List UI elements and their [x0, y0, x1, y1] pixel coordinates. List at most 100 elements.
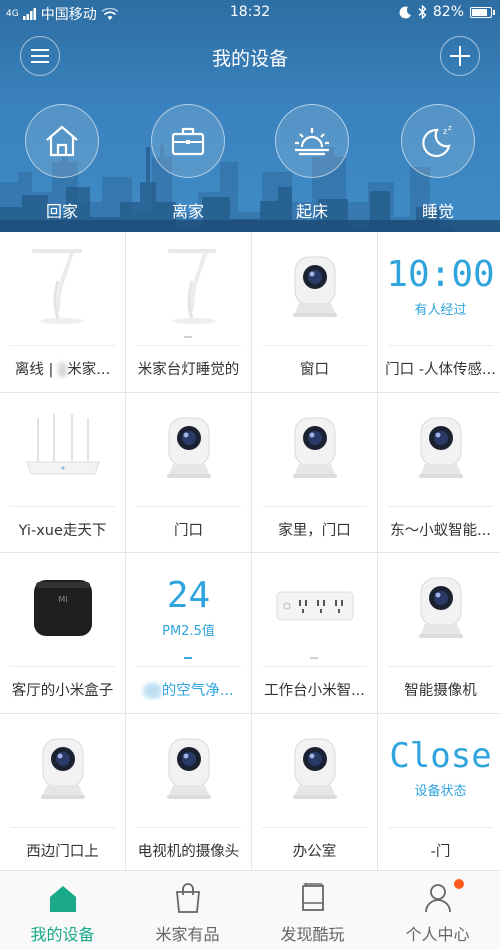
device-card[interactable]: 西边门口上 [0, 713, 125, 873]
status-value: 24 [166, 574, 211, 616]
status-value: 10:00 [386, 253, 495, 295]
device-name: 门口 [174, 522, 203, 539]
device-name: 西边门口上 [26, 843, 99, 860]
device-card[interactable]: 窗口 [252, 232, 377, 392]
device-card[interactable]: MI 客厅的小米盒子 [0, 553, 125, 713]
bluetooth-icon [418, 5, 427, 19]
divider [262, 826, 367, 828]
tab-discover[interactable]: 发现酷玩 [250, 871, 375, 950]
camera-image [292, 256, 337, 317]
device-card[interactable]: 家里，门口 [252, 392, 377, 552]
desk-lamp-image [31, 249, 84, 324]
sunrise-icon [295, 128, 329, 156]
add-device-button[interactable] [440, 36, 480, 76]
camera-image [418, 417, 463, 478]
router-image [25, 413, 100, 474]
tab-label: 发现酷玩 [280, 925, 345, 944]
divider [136, 345, 241, 346]
camera-image [40, 738, 85, 799]
device-card[interactable]: Close 设备状态 -门 [378, 713, 500, 873]
camera-image [418, 577, 463, 638]
device-card[interactable]: 智能摄像机 [378, 553, 500, 713]
tab-mijia-store[interactable]: 米家有品 [125, 871, 250, 950]
device-name: -门 [430, 843, 451, 860]
status-label: PM2.5值 [162, 623, 215, 639]
device-card[interactable]: 工作台小米智... [252, 553, 377, 713]
tab-label: 个人中心 [405, 925, 470, 944]
moon-icon [399, 5, 411, 18]
svg-text:z: z [443, 127, 447, 136]
device-card[interactable]: 办公室 [252, 713, 377, 873]
divider [10, 345, 115, 346]
shopping-bag-icon [175, 883, 200, 913]
status-bar: 4G 中国移动 18:32 82% [0, 0, 500, 26]
scene-label: 回家 [45, 202, 78, 221]
device-name: 家里，门口 [278, 522, 351, 539]
device-name: 客厅的小米盒子 [11, 683, 114, 699]
device-grid: 离线 | ··米家... 米家台灯睡觉的 窗口 10:00 有人经过 门口 -人… [0, 232, 500, 873]
scene-home[interactable]: 回家 [12, 104, 112, 222]
divider [136, 826, 241, 828]
power-strip-image [276, 591, 353, 621]
nav-bar: 我的设备 [0, 34, 500, 78]
device-card[interactable]: 东～小蚁智能... [378, 392, 500, 552]
bottom-tab-bar: 我的设备 米家有品 发现酷玩 个人中心 [0, 870, 500, 950]
divider [262, 666, 367, 667]
indicator-tick [184, 336, 192, 338]
divider [388, 666, 493, 667]
briefcase-icon [171, 127, 205, 156]
indicator-tick [310, 657, 318, 659]
page-title: 我的设备 [211, 48, 288, 70]
device-name: 离线 | ··米家... [14, 362, 111, 378]
device-name: 门口 -人体传感... [385, 362, 496, 378]
device-card[interactable]: 离线 | ··米家... [0, 232, 125, 392]
scene-shortcuts: 回家 离家 起床 zz 睡觉 [0, 104, 500, 224]
scene-leave-home[interactable]: 离家 [138, 104, 238, 222]
divider [10, 826, 115, 828]
tab-my-devices[interactable]: 我的设备 [0, 871, 125, 950]
divider [388, 505, 493, 507]
device-name: 窗口 [300, 362, 329, 378]
device-name: Yi-xue走天下 [18, 522, 107, 539]
camera-image [166, 417, 211, 478]
tab-profile[interactable]: 个人中心 [375, 871, 500, 950]
device-card[interactable]: 24 PM2.5值 ····的空气净... [126, 553, 251, 713]
svg-text:z: z [448, 124, 452, 132]
header: 4G 中国移动 18:32 82% 我的设备 回家 离家 起床 z z 睡觉 [0, 0, 500, 232]
camera-image [292, 738, 337, 799]
camera-image [292, 417, 337, 478]
device-card[interactable]: 10:00 有人经过 门口 -人体传感... [378, 232, 500, 392]
status-label: 设备状态 [414, 784, 467, 799]
divider [10, 505, 115, 507]
tab-label: 我的设备 [30, 925, 95, 944]
scene-wake-up[interactable]: 起床 [262, 104, 362, 222]
device-name: 办公室 [292, 843, 337, 860]
divider [388, 826, 493, 828]
tab-label: 米家有品 [155, 925, 220, 944]
divider [10, 666, 115, 667]
device-name: 东～小蚁智能... [390, 522, 491, 539]
notification-badge [454, 879, 464, 889]
device-name: 电视机的摄像头 [137, 843, 240, 860]
mi-logo: MI [58, 595, 67, 604]
moon-sleep-icon: zz [422, 124, 452, 158]
device-card[interactable]: Yi-xue走天下 [0, 392, 125, 552]
scene-sleep[interactable]: zz 睡觉 [388, 104, 488, 222]
divider [262, 345, 367, 346]
divider [388, 345, 493, 346]
status-value: Close [389, 736, 492, 776]
device-name: 智能摄像机 [404, 683, 477, 699]
divider [262, 505, 367, 507]
person-icon [424, 884, 451, 913]
mi-box-image: MI [33, 580, 92, 636]
device-card[interactable]: 门口 [126, 392, 251, 552]
device-card[interactable]: 米家台灯睡觉的 [126, 232, 251, 392]
scene-label: 睡觉 [421, 202, 454, 221]
divider [136, 666, 241, 667]
device-card[interactable]: 电视机的摄像头 [126, 713, 251, 873]
battery-fill [472, 8, 487, 16]
status-label: 有人经过 [414, 302, 467, 318]
scene-label: 起床 [295, 202, 328, 221]
divider [136, 505, 241, 507]
desk-lamp-image [167, 249, 216, 324]
